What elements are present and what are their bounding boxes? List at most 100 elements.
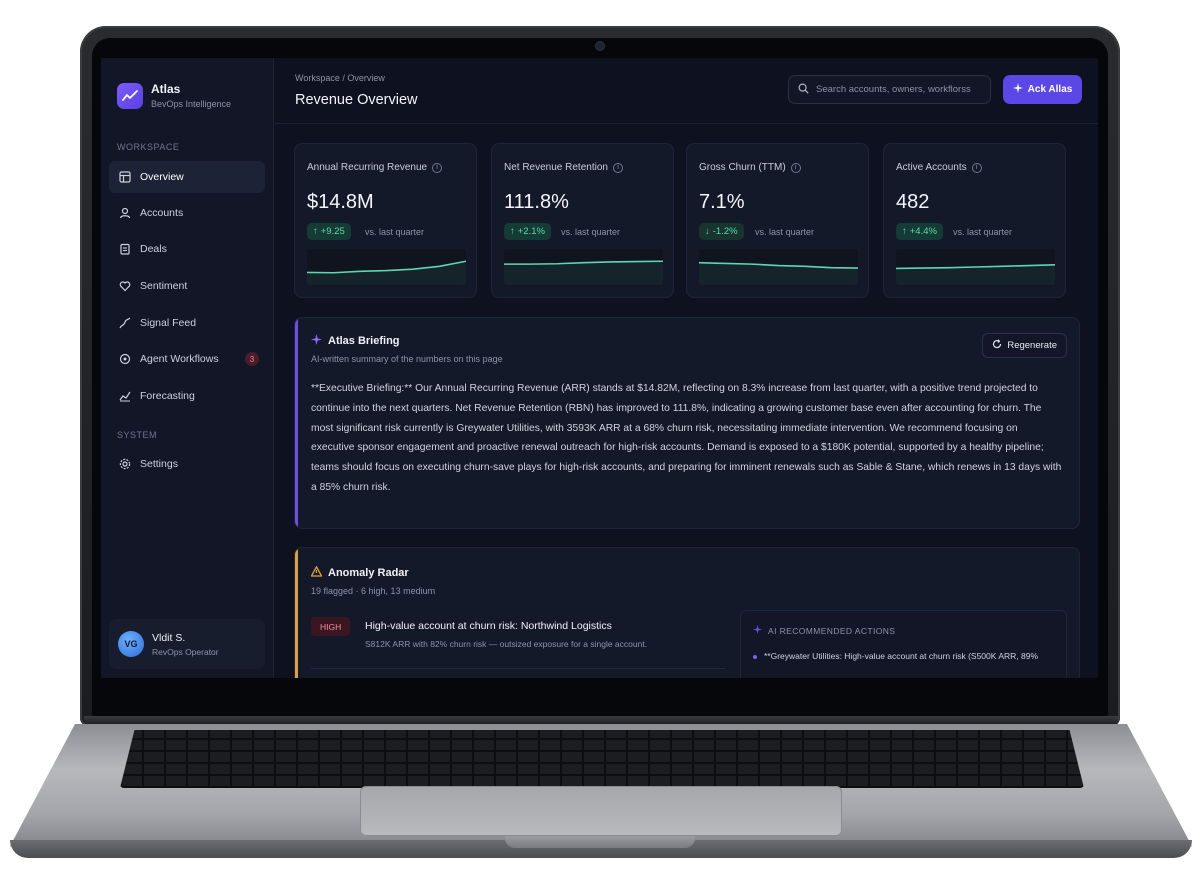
- kpi-value: 482: [896, 191, 930, 213]
- kpi-delta-value: +9.25: [320, 226, 345, 237]
- sidebar-item-signal-feed[interactable]: Signal Feed: [109, 307, 265, 339]
- kpi-label: Annual Recurring Revenue i: [307, 162, 443, 173]
- regenerate-label: Regenerate: [1007, 340, 1057, 351]
- briefing-text: **Executive Briefing:** Our Annual Recur…: [311, 383, 1062, 493]
- anomaly-accent-bar: [295, 548, 298, 678]
- kpi-card-accounts[interactable]: Active Accounts i 482 ↑ +4.4% vs. last qua…: [883, 143, 1066, 298]
- user-role: RevOps Operator: [152, 646, 219, 657]
- sidebar-item-overview[interactable]: Overview: [109, 161, 265, 193]
- ask-atlas-button[interactable]: Ack Allas: [1003, 75, 1082, 104]
- sidebar-item-forecasting[interactable]: Forecasting: [109, 380, 265, 412]
- atlas-sparkle-icon: [311, 334, 322, 348]
- overview-icon: [118, 171, 131, 184]
- kpi-delta-value: +4.4%: [909, 226, 937, 237]
- sidebar-item-label: Overview: [140, 171, 184, 183]
- sidebar-item-accounts[interactable]: Accounts: [109, 197, 265, 229]
- avatar: VG: [118, 631, 144, 657]
- touchpad: [360, 786, 842, 836]
- sidebar-item-label: Signal Feed: [140, 317, 197, 329]
- sidebar-item-label: Settings: [140, 458, 178, 470]
- ask-atlas-label: Ack Allas: [1027, 84, 1073, 95]
- sidebar-item-agent-workflows[interactable]: Agent Workflows 3: [109, 343, 265, 375]
- agent-icon: [118, 353, 131, 366]
- lid-notch: [505, 836, 695, 848]
- top-header: Workspace / Overview Revenue Overview Ac…: [275, 58, 1098, 124]
- ai-actions-heading: AI RECOMMENDED ACTIONS: [753, 625, 895, 636]
- camera-icon: [596, 42, 604, 50]
- arrow-up-icon: ↑: [510, 226, 515, 237]
- sidebar-item-label: Forecasting: [140, 390, 195, 402]
- kpi-compare: vs. last quarter: [365, 227, 425, 237]
- briefing-subtitle: AI-written summary of the numbers on thi…: [311, 354, 503, 364]
- kpi-label: Gross Churn (TTM) i: [699, 162, 801, 173]
- kpi-label-text: Annual Recurring Revenue: [307, 162, 428, 173]
- kpi-card-churn[interactable]: Gross Churn (TTM) i 7.1% ↓ -1.2% vs. last …: [686, 143, 869, 298]
- kpi-card-nrr[interactable]: Net Revenue Retention i 111.8% ↑ +2.1% vs.…: [491, 143, 674, 298]
- keyboard: [120, 730, 1084, 788]
- info-icon[interactable]: i: [971, 162, 982, 173]
- divider: [311, 668, 725, 669]
- anomaly-panel: Anomaly Radar 19 flagged · 6 high, 13 me…: [294, 547, 1080, 678]
- brand[interactable]: Atlas BevOps Intelligence: [117, 82, 231, 109]
- kpi-label: Active Accounts i: [896, 162, 982, 173]
- accounts-icon: [118, 207, 131, 220]
- sidebar-item-label: Accounts: [140, 207, 184, 219]
- info-icon[interactable]: i: [612, 162, 623, 173]
- ai-sparkle-icon: [753, 625, 762, 636]
- sidebar-item-label: Sentiment: [140, 280, 188, 292]
- kpi-label-text: Gross Churn (TTM): [699, 162, 786, 173]
- sidebar-item-label: Deals: [140, 243, 167, 255]
- kpi-label-text: Net Revenue Retention: [504, 162, 608, 173]
- sidebar-item-deals[interactable]: Deals: [109, 233, 265, 265]
- kpi-sparkline: [504, 249, 663, 285]
- search-icon: [798, 81, 809, 99]
- bullet-icon: [753, 655, 757, 659]
- ai-heading-text: AI RECOMMENDED ACTIONS: [768, 625, 896, 636]
- info-icon[interactable]: i: [790, 162, 801, 173]
- workflow-count-badge: 3: [245, 352, 259, 366]
- kpi-compare: vs. last quarter: [561, 227, 621, 237]
- regenerate-button[interactable]: Regenerate: [982, 333, 1067, 358]
- ai-action-text: **Greywater Utilities: High-value accoun…: [764, 651, 1039, 661]
- anomaly-item-title[interactable]: High-value account at churn risk: Northw…: [365, 620, 612, 632]
- sentiment-icon: [118, 280, 131, 293]
- kpi-value: 111.8%: [504, 191, 569, 213]
- sidebar-item-label: Agent Workflows: [140, 353, 219, 365]
- arrow-up-icon: ↑: [313, 226, 318, 237]
- trend-logo-icon: [117, 82, 143, 109]
- forecast-icon: [118, 390, 131, 403]
- kpi-delta-badge: ↑ +9.25: [307, 223, 351, 240]
- kpi-label: Net Revenue Retention i: [504, 162, 623, 173]
- briefing-accent-bar: [295, 318, 298, 528]
- refresh-icon: [992, 339, 1002, 352]
- sidebar-item-sentiment[interactable]: Sentiment: [109, 270, 265, 302]
- search-box[interactable]: [788, 75, 991, 104]
- user-card[interactable]: VG Vldit S. RevOps Operator: [109, 619, 265, 669]
- brand-title: Atlas: [151, 82, 181, 96]
- user-name: Vldit S.: [152, 631, 186, 644]
- ai-actions-box: AI RECOMMENDED ACTIONS **Greywater Utili…: [740, 610, 1067, 678]
- deals-icon: [118, 243, 131, 256]
- kpi-compare: vs. last quarter: [755, 227, 815, 237]
- arrow-down-icon: ↓: [705, 226, 710, 237]
- section-label-system: SYSTEM: [117, 430, 158, 440]
- kpi-delta-badge: ↓ -1.2%: [699, 223, 744, 240]
- kpi-card-arr[interactable]: Annual Recurring Revenue i $14.8M ↑ +9.25 …: [294, 143, 477, 298]
- sidebar-item-settings[interactable]: Settings: [109, 448, 265, 480]
- breadcrumb: Workspace / Overview: [295, 73, 385, 83]
- kpi-value: 7.1%: [699, 191, 745, 213]
- section-label-workspace: WORKSPACE: [117, 142, 180, 152]
- ai-action-item[interactable]: **Greywater Utilities: High-value accoun…: [753, 651, 1038, 661]
- info-icon[interactable]: i: [432, 162, 443, 173]
- search-input[interactable]: [816, 84, 986, 95]
- briefing-title-text: Atlas Briefing: [328, 335, 400, 347]
- kpi-sparkline: [307, 249, 466, 285]
- kpi-sparkline: [699, 249, 858, 285]
- brand-subtitle: BevOps Intelligence: [151, 99, 232, 109]
- app-screen: Atlas BevOps Intelligence WORKSPACE Over…: [101, 58, 1098, 678]
- kpi-sparkline: [896, 249, 1055, 285]
- severity-badge: HIGH: [311, 617, 351, 636]
- sidebar: Atlas BevOps Intelligence WORKSPACE Over…: [101, 58, 274, 678]
- anomaly-title-text: Anomaly Radar: [328, 567, 409, 579]
- kpi-delta-value: -1.2%: [712, 226, 738, 237]
